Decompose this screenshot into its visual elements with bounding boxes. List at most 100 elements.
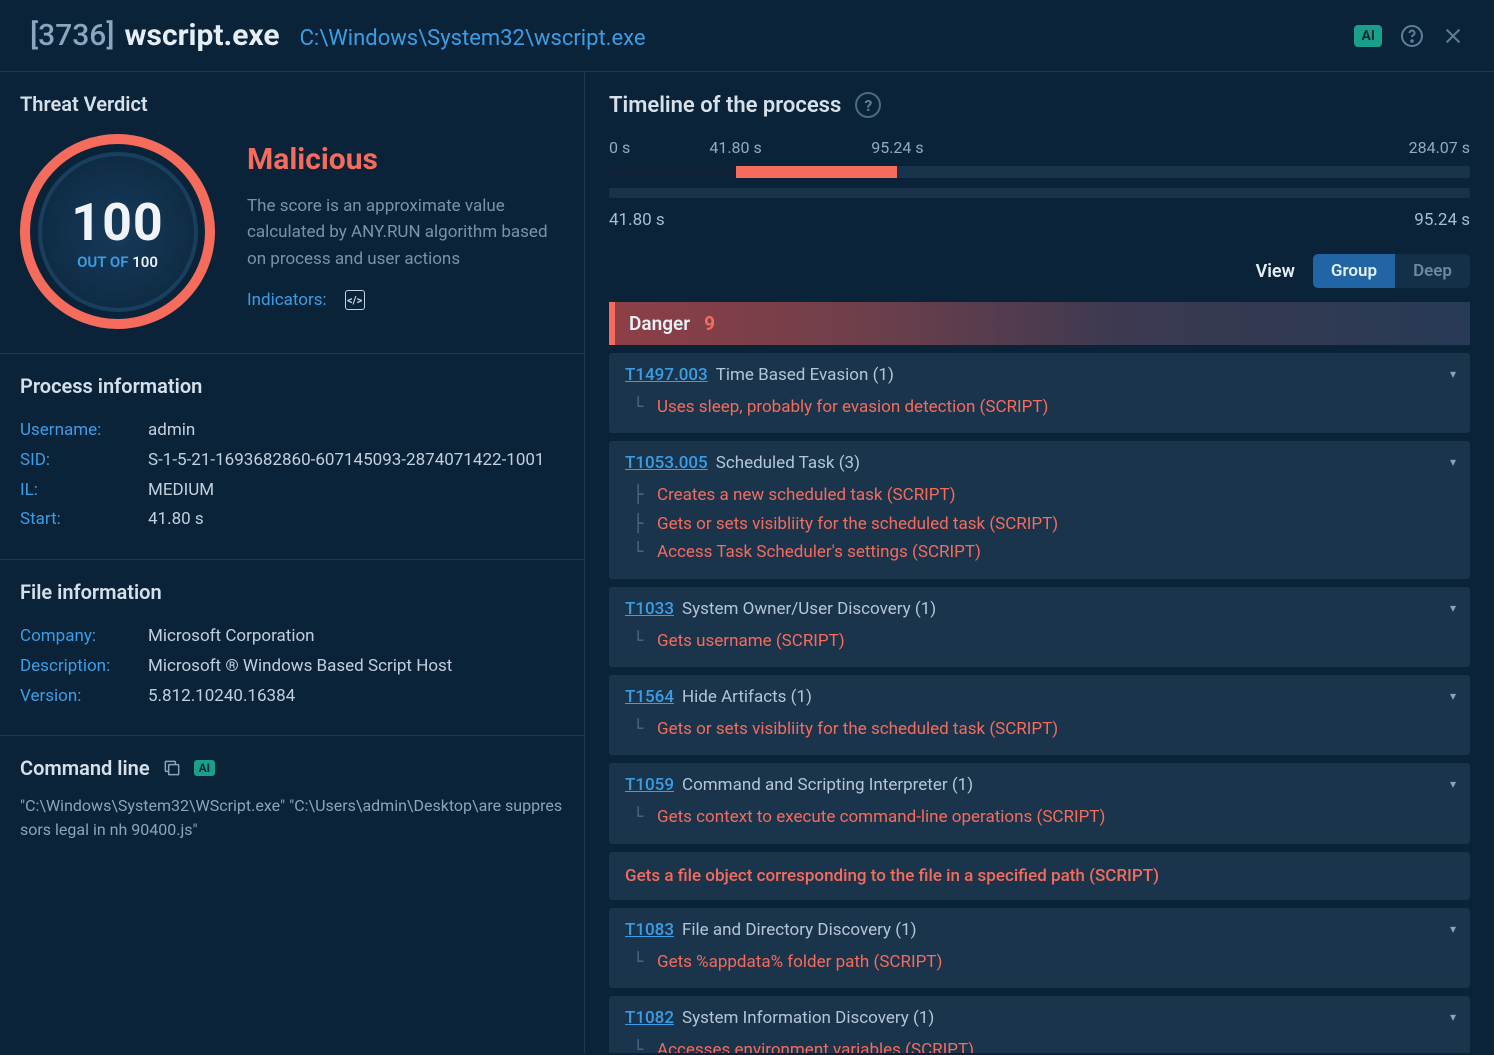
timeline-scrollbar[interactable] [609,188,1470,198]
timeline-range: 41.80 s 95.24 s [609,210,1470,230]
help-icon[interactable] [1400,24,1424,48]
chevron-down-icon[interactable]: ▾ [1450,367,1456,381]
technique-header: T1497.003 Time Based Evasion (1) [625,365,1454,385]
code-icon[interactable]: </> [345,290,365,310]
info-key: Start: [20,505,148,535]
technique-detail: └Gets %appdata% folder path (SCRIPT) [625,948,1454,976]
info-value: 5.812.10240.16384 [148,682,295,712]
info-key: Username: [20,416,148,446]
tree-elbow-icon: └ [633,952,651,972]
timeline-ticks: 0 s 41.80 s 95.24 s 284.07 s [609,138,1470,160]
technique-id-link[interactable]: T1059 [625,775,674,795]
technique-block[interactable]: T1564 Hide Artifacts (1) ▾ └Gets or sets… [609,675,1470,755]
technique-name: Command and Scripting Interpreter (1) [682,775,973,795]
technique-name: Hide Artifacts (1) [682,687,812,707]
timeline-bar[interactable] [609,166,1470,178]
indicators-label: Indicators: [247,290,327,310]
close-icon[interactable] [1442,25,1464,47]
section-title: File information [20,580,564,604]
technique-id-link[interactable]: T1083 [625,920,674,940]
process-info-section: Process information Username:adminSID:S-… [0,354,584,560]
technique-row[interactable]: Gets a file object corresponding to the … [609,852,1470,900]
timeline-header: Timeline of the process ? [609,92,1470,118]
view-label: View [1256,261,1295,282]
technique-items: └Gets context to execute command-line op… [625,803,1454,831]
danger-label: Danger [629,312,690,335]
chevron-down-icon[interactable]: ▾ [1450,777,1456,791]
technique-block[interactable]: T1033 System Owner/User Discovery (1) ▾ … [609,587,1470,667]
technique-id-link[interactable]: T1053.005 [625,453,708,473]
technique-detail: └Uses sleep, probably for evasion detect… [625,393,1454,421]
main-content: Threat Verdict 100 OUT OF 100 Ma [0,72,1494,1053]
technique-name: Scheduled Task (3) [716,453,860,473]
technique-id-link[interactable]: T1033 [625,599,674,619]
view-group-option[interactable]: Group [1313,254,1395,288]
copy-icon[interactable] [162,758,182,778]
tree-elbow-icon: └ [633,1040,651,1053]
right-panel: Timeline of the process ? 0 s 41.80 s 95… [585,72,1494,1053]
technique-id-link[interactable]: T1082 [625,1008,674,1028]
tree-elbow-icon: └ [633,397,651,417]
chevron-down-icon[interactable]: ▾ [1450,922,1456,936]
range-end: 95.24 s [1414,210,1470,230]
section-title: Threat Verdict [20,92,564,116]
info-row: Username:admin [20,416,564,446]
header-actions: AI [1354,24,1464,48]
view-deep-option[interactable]: Deep [1395,254,1470,288]
chevron-down-icon[interactable]: ▾ [1450,689,1456,703]
info-row: Description:Microsoft ® Windows Based Sc… [20,652,564,682]
process-name: wscript.exe [125,18,280,53]
technique-name: System Information Discovery (1) [682,1008,934,1028]
tree-elbow-icon: ├ [633,485,651,505]
technique-name: Time Based Evasion (1) [716,365,894,385]
tree-elbow-icon: └ [633,542,651,562]
technique-detail: └Gets or sets visibliity for the schedul… [625,715,1454,743]
info-row: SID:S-1-5-21-1693682860-607145093-287407… [20,446,564,476]
score-value: 100 [71,192,164,253]
cmdline-header: Command line AI [20,756,564,780]
tree-elbow-icon: └ [633,631,651,651]
technique-block[interactable]: T1497.003 Time Based Evasion (1) ▾ └Uses… [609,353,1470,433]
technique-header: T1082 System Information Discovery (1) [625,1008,1454,1028]
verdict-description: The score is an approximate value calcul… [247,193,564,272]
info-key: Description: [20,652,148,682]
technique-name: File and Directory Discovery (1) [682,920,917,940]
info-value: Microsoft ® Windows Based Script Host [148,652,452,682]
technique-block[interactable]: T1059 Command and Scripting Interpreter … [609,763,1470,843]
technique-id-link[interactable]: T1564 [625,687,674,707]
technique-header: T1033 System Owner/User Discovery (1) [625,599,1454,619]
indicators-row: Indicators: </> [247,290,564,310]
chevron-down-icon[interactable]: ▾ [1450,455,1456,469]
verdict-row: 100 OUT OF 100 Malicious The score is an… [20,134,564,329]
score-gauge: 100 OUT OF 100 [20,134,215,329]
tick: 284.07 s [1409,138,1470,157]
section-title: Command line [20,756,150,780]
chevron-down-icon[interactable]: ▾ [1450,601,1456,615]
help-icon[interactable]: ? [855,92,881,118]
technique-items: ├Creates a new scheduled task (SCRIPT)├G… [625,481,1454,566]
technique-block[interactable]: T1082 System Information Discovery (1) ▾… [609,996,1470,1053]
technique-header: T1053.005 Scheduled Task (3) [625,453,1454,473]
technique-items: └Gets %appdata% folder path (SCRIPT) [625,948,1454,976]
left-panel: Threat Verdict 100 OUT OF 100 Ma [0,72,585,1053]
tick: 0 s [609,138,630,157]
info-value: MEDIUM [148,476,214,506]
tree-elbow-icon: └ [633,719,651,739]
ai-badge[interactable]: AI [1354,25,1382,47]
technique-block[interactable]: T1053.005 Scheduled Task (3) ▾ ├Creates … [609,441,1470,578]
tree-elbow-icon: ├ [633,514,651,534]
window-header: [3736] wscript.exe C:\Windows\System32\w… [0,0,1494,72]
process-path: C:\Windows\System32\wscript.exe [300,26,646,51]
technique-detail: ├Creates a new scheduled task (SCRIPT) [625,481,1454,509]
file-info-section: File information Company:Microsoft Corpo… [0,560,584,736]
cmdline-text: "C:\Windows\System32\WScript.exe" "C:\Us… [20,794,564,842]
info-key: IL: [20,476,148,506]
technique-block[interactable]: T1083 File and Directory Discovery (1) ▾… [609,908,1470,988]
chevron-down-icon[interactable]: ▾ [1450,1010,1456,1024]
info-value: S-1-5-21-1693682860-607145093-2874071422… [148,446,545,476]
info-key: Version: [20,682,148,712]
header-title: [3736] wscript.exe C:\Windows\System32\w… [30,18,1354,53]
view-selector: View Group Deep [609,254,1470,288]
ai-badge[interactable]: AI [194,760,216,776]
technique-id-link[interactable]: T1497.003 [625,365,708,385]
